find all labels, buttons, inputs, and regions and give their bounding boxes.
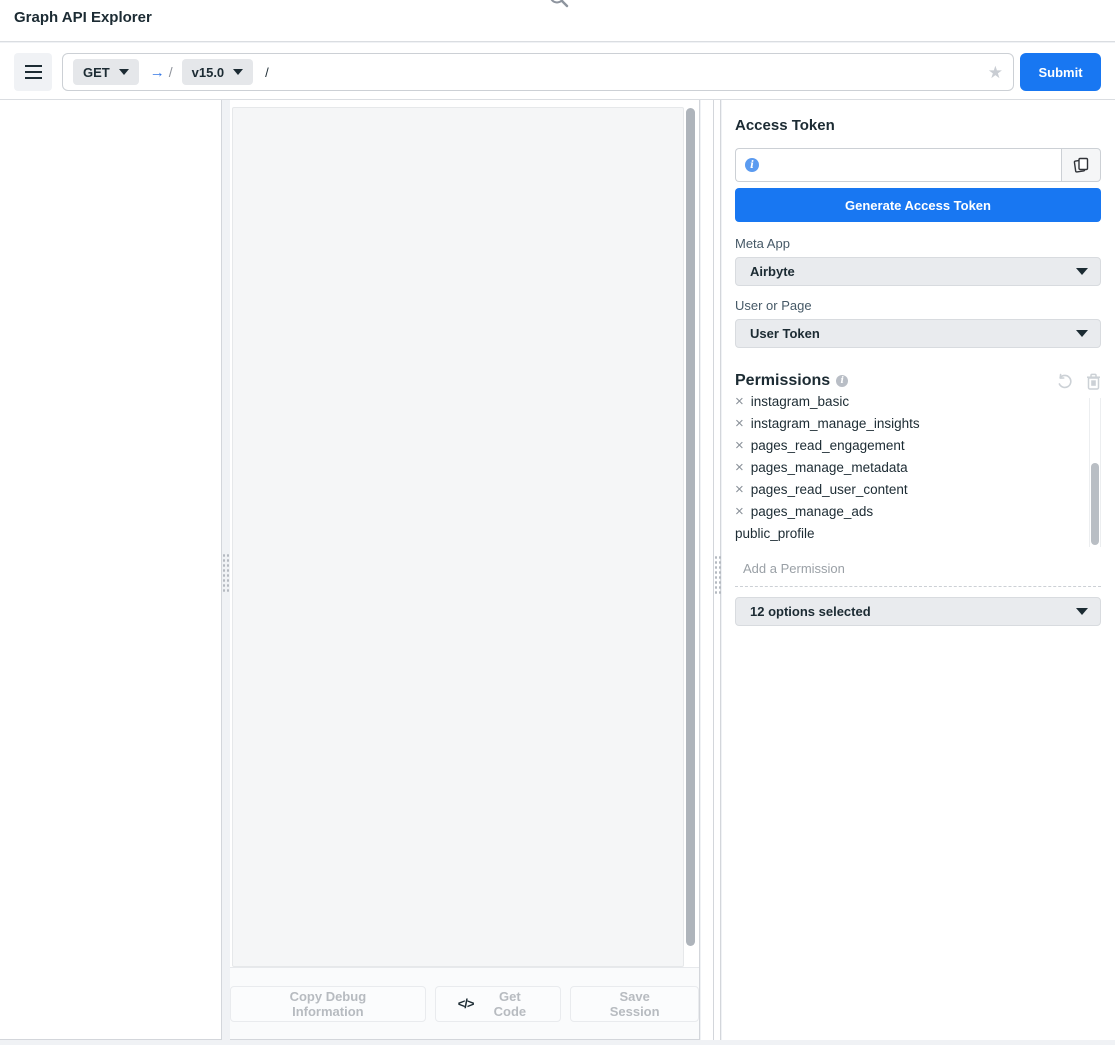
info-icon[interactable]: i: [745, 158, 759, 172]
access-token-heading: Access Token: [735, 117, 1101, 134]
permissions-options-select[interactable]: 12 options selected: [735, 597, 1101, 626]
permission-item: × pages_manage_metadata: [735, 456, 1101, 478]
copy-debug-label: Copy Debug Information: [253, 989, 403, 1019]
remove-icon[interactable]: ×: [735, 438, 744, 453]
permissions-rows: × instagram_basic × instagram_manage_ins…: [735, 396, 1101, 544]
page-title: Graph API Explorer: [14, 9, 152, 26]
save-session-button[interactable]: Save Session: [570, 986, 699, 1022]
right-resize-handle[interactable]: [713, 100, 721, 1040]
permission-label: instagram_manage_insights: [751, 416, 920, 431]
meta-app-value: Airbyte: [750, 264, 795, 279]
app-header: Graph API Explorer: [0, 0, 1115, 42]
remove-icon[interactable]: ×: [735, 396, 744, 409]
grip-dots-icon: [714, 555, 721, 595]
add-permission-input[interactable]: [735, 561, 1101, 576]
generate-access-token-button[interactable]: Generate Access Token: [735, 188, 1101, 222]
permission-item: × instagram_basic: [735, 396, 1101, 412]
undo-icon: [1056, 373, 1073, 390]
request-toolbar: GET → / v15.0 / ★ Submit: [0, 43, 1115, 100]
path-slash-prefix: /: [169, 64, 173, 80]
token-settings-panel: Access Token i Generate Access Token Met…: [722, 100, 1115, 1040]
user-or-page-label: User or Page: [735, 298, 1101, 313]
permission-item: public_profile: [735, 522, 1101, 544]
permissions-list: × instagram_basic × instagram_manage_ins…: [735, 396, 1101, 549]
trash-icon: [1086, 373, 1101, 390]
http-method-label: GET: [83, 65, 110, 80]
access-token-row: i: [735, 148, 1101, 182]
permission-label: pages_manage_ads: [751, 504, 873, 519]
arrow-right-icon: →: [150, 64, 165, 81]
copy-icon: [1072, 156, 1090, 174]
response-scrollbar[interactable]: [685, 108, 697, 966]
panel-gap: [701, 100, 713, 1040]
options-selected-label: 12 options selected: [750, 604, 871, 619]
permission-item: × instagram_manage_insights: [735, 412, 1101, 434]
submit-button[interactable]: Submit: [1020, 53, 1101, 91]
permissions-heading: Permissions: [735, 372, 830, 390]
chevron-down-icon: [119, 69, 129, 75]
chevron-down-icon: [1076, 608, 1088, 615]
http-method-dropdown[interactable]: GET: [73, 59, 139, 85]
api-version-label: v15.0: [192, 65, 225, 80]
chevron-down-icon: [1076, 268, 1088, 275]
remove-icon[interactable]: ×: [735, 482, 744, 497]
permission-label: public_profile: [735, 526, 815, 541]
permissions-scrollbar[interactable]: [1089, 398, 1101, 547]
permission-item: × pages_read_engagement: [735, 434, 1101, 456]
chevron-down-icon: [233, 69, 243, 75]
permission-label: pages_read_user_content: [751, 482, 908, 497]
add-permission-wrap: [735, 560, 1101, 587]
permission-item: × pages_read_user_content: [735, 478, 1101, 500]
code-icon: </>: [458, 996, 474, 1011]
meta-app-label: Meta App: [735, 236, 1101, 251]
user-or-page-value: User Token: [750, 326, 820, 341]
copy-token-button[interactable]: [1061, 148, 1101, 182]
get-code-button[interactable]: </> Get Code: [435, 986, 562, 1022]
chevron-down-icon: [1076, 330, 1088, 337]
undo-permissions-button[interactable]: [1056, 373, 1073, 390]
star-favorite-icon[interactable]: ★: [988, 64, 1003, 81]
scrollbar-thumb[interactable]: [686, 108, 695, 946]
permission-label: instagram_basic: [751, 396, 849, 409]
scrollbar-thumb[interactable]: [1091, 463, 1099, 545]
info-icon[interactable]: i: [836, 375, 848, 387]
remove-icon[interactable]: ×: [735, 460, 744, 475]
search-icon[interactable]: [547, 0, 571, 10]
left-resize-handle[interactable]: [222, 553, 230, 593]
access-token-field-wrap: i: [735, 148, 1061, 182]
user-or-page-select[interactable]: User Token: [735, 319, 1101, 348]
session-footer: Copy Debug Information </> Get Code Save…: [230, 967, 699, 1039]
permission-label: pages_read_engagement: [751, 438, 905, 453]
clear-permissions-button[interactable]: [1086, 373, 1101, 390]
remove-icon[interactable]: ×: [735, 416, 744, 431]
get-code-label: Get Code: [482, 989, 539, 1019]
permission-label: pages_manage_metadata: [751, 460, 908, 475]
request-url-bar[interactable]: GET → / v15.0 / ★: [62, 53, 1014, 91]
copy-debug-button[interactable]: Copy Debug Information: [230, 986, 426, 1022]
remove-icon[interactable]: ×: [735, 504, 744, 519]
api-version-dropdown[interactable]: v15.0: [182, 59, 254, 85]
access-token-input[interactable]: [766, 149, 1061, 181]
menu-hamburger-icon[interactable]: [14, 53, 52, 91]
meta-app-select[interactable]: Airbyte: [735, 257, 1101, 286]
response-panel: Copy Debug Information </> Get Code Save…: [230, 100, 700, 1040]
request-path-input[interactable]: /: [265, 65, 269, 80]
permission-item: × pages_manage_ads: [735, 500, 1101, 522]
response-canvas: [232, 107, 684, 967]
save-session-label: Save Session: [593, 989, 676, 1019]
left-sidebar-panel: [0, 100, 222, 1040]
permissions-header: Permissions i: [735, 372, 1101, 390]
